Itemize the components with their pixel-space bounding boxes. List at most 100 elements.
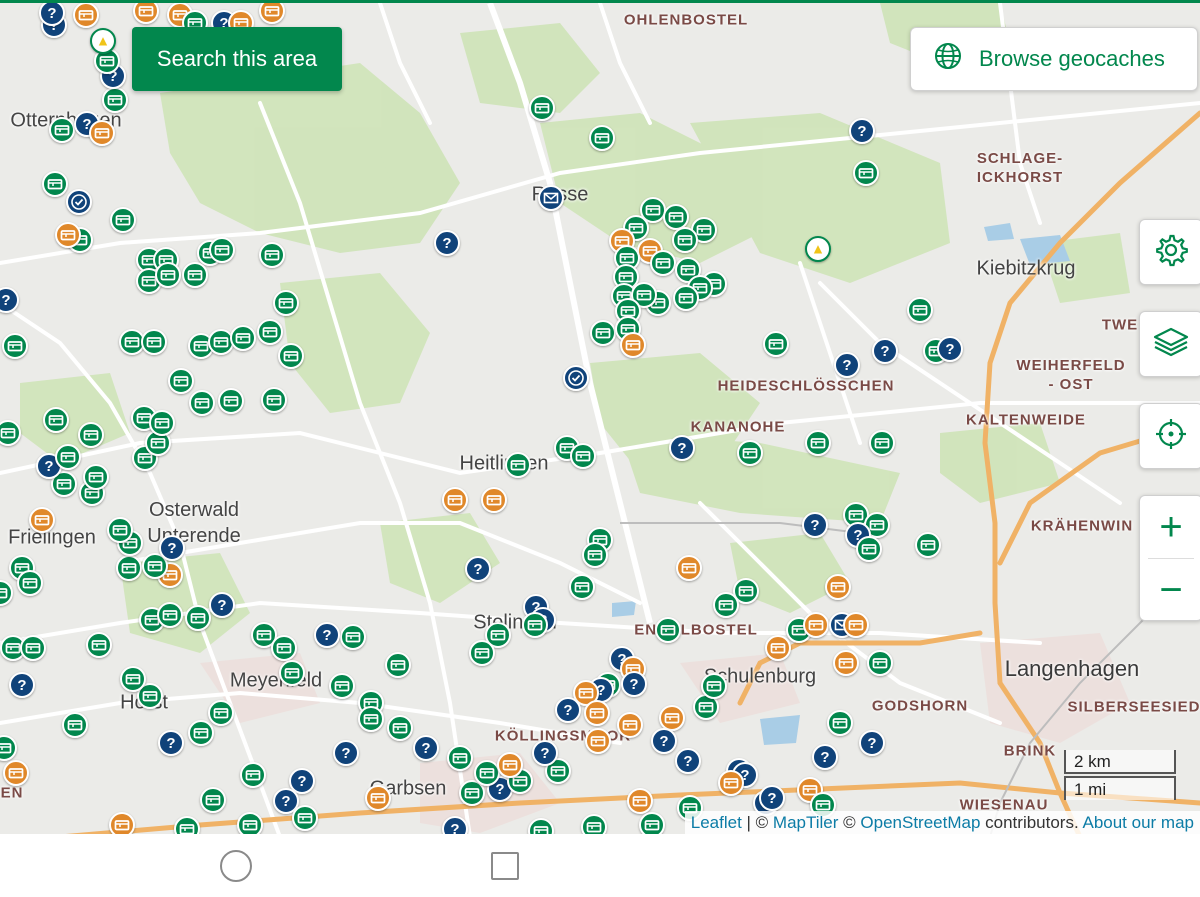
traditional-cache-icon[interactable] [358, 706, 384, 732]
mystery-cache-icon[interactable]: ? [849, 118, 875, 144]
traditional-cache-icon[interactable] [853, 160, 879, 186]
traditional-cache-icon[interactable] [86, 632, 112, 658]
multi-cache-icon[interactable] [29, 507, 55, 533]
mystery-cache-icon[interactable]: ? [39, 3, 65, 26]
multi-cache-icon[interactable] [718, 770, 744, 796]
traditional-cache-icon[interactable] [867, 650, 893, 676]
about-our-map-link[interactable]: About our map [1082, 813, 1194, 832]
mystery-cache-icon[interactable]: ? [9, 672, 35, 698]
multi-cache-icon[interactable] [497, 752, 523, 778]
letterbox-cache-icon[interactable] [538, 185, 564, 211]
multi-cache-icon[interactable] [73, 3, 99, 28]
traditional-cache-icon[interactable] [42, 171, 68, 197]
traditional-cache-icon[interactable] [78, 422, 104, 448]
mystery-cache-icon[interactable]: ? [651, 728, 677, 754]
traditional-cache-icon[interactable] [713, 592, 739, 618]
event-cache-icon[interactable] [66, 189, 92, 215]
traditional-cache-icon[interactable] [102, 87, 128, 113]
traditional-cache-icon[interactable] [185, 605, 211, 631]
traditional-cache-icon[interactable] [107, 517, 133, 543]
traditional-cache-icon[interactable] [257, 319, 283, 345]
multi-cache-icon[interactable] [365, 785, 391, 811]
traditional-cache-icon[interactable] [141, 329, 167, 355]
mystery-cache-icon[interactable]: ? [669, 435, 695, 461]
traditional-cache-icon[interactable] [237, 812, 263, 834]
traditional-cache-icon[interactable] [2, 333, 28, 359]
multi-cache-icon[interactable] [89, 120, 115, 146]
traditional-cache-icon[interactable] [209, 237, 235, 263]
map-view[interactable]: OHLENBOSTEL SCHLAGE- ICKHORST Otternhage… [0, 0, 1200, 834]
multi-cache-icon[interactable] [825, 574, 851, 600]
multi-cache-icon[interactable] [584, 700, 610, 726]
multi-cache-icon[interactable] [55, 222, 81, 248]
zoom-in-button[interactable]: + [1140, 496, 1200, 558]
mystery-cache-icon[interactable]: ? [465, 556, 491, 582]
mystery-cache-icon[interactable]: ? [812, 744, 838, 770]
traditional-cache-icon[interactable] [240, 762, 266, 788]
traditional-cache-icon[interactable] [805, 430, 831, 456]
traditional-cache-icon[interactable] [116, 555, 142, 581]
mystery-cache-icon[interactable]: ? [834, 352, 860, 378]
mystery-cache-icon[interactable]: ? [209, 592, 235, 618]
traditional-cache-icon[interactable] [590, 320, 616, 346]
traditional-cache-icon[interactable] [292, 805, 318, 831]
traditional-cache-icon[interactable] [200, 787, 226, 813]
mystery-cache-icon[interactable]: ? [621, 671, 647, 697]
traditional-cache-icon[interactable] [570, 443, 596, 469]
traditional-cache-icon[interactable] [582, 542, 608, 568]
traditional-cache-icon[interactable] [261, 387, 287, 413]
traditional-cache-icon[interactable] [189, 390, 215, 416]
traditional-cache-icon[interactable] [856, 536, 882, 562]
traditional-cache-icon[interactable] [569, 574, 595, 600]
traditional-cache-icon[interactable] [278, 343, 304, 369]
traditional-cache-icon[interactable] [529, 95, 555, 121]
multi-cache-icon[interactable] [620, 332, 646, 358]
webcam-cache-icon[interactable] [805, 236, 831, 262]
traditional-cache-icon[interactable] [469, 640, 495, 666]
traditional-cache-icon[interactable] [639, 812, 665, 834]
traditional-cache-icon[interactable] [279, 660, 305, 686]
traditional-cache-icon[interactable] [650, 250, 676, 276]
traditional-cache-icon[interactable] [737, 440, 763, 466]
multi-cache-icon[interactable] [442, 487, 468, 513]
traditional-cache-icon[interactable] [17, 570, 43, 596]
mystery-cache-icon[interactable]: ? [802, 512, 828, 538]
browse-geocaches-button[interactable]: Browse geocaches [910, 27, 1198, 91]
event-cache-icon[interactable] [563, 365, 589, 391]
traditional-cache-icon[interactable] [655, 617, 681, 643]
mystery-cache-icon[interactable]: ? [413, 735, 439, 761]
traditional-cache-icon[interactable] [271, 635, 297, 661]
openstreetmap-link[interactable]: OpenStreetMap [860, 813, 980, 832]
multi-cache-icon[interactable] [833, 650, 859, 676]
multi-cache-icon[interactable] [3, 760, 29, 786]
traditional-cache-icon[interactable] [340, 624, 366, 650]
traditional-cache-icon[interactable] [581, 814, 607, 834]
traditional-cache-icon[interactable] [62, 712, 88, 738]
traditional-cache-icon[interactable] [522, 612, 548, 638]
traditional-cache-icon[interactable] [869, 430, 895, 456]
mystery-cache-icon[interactable]: ? [158, 730, 184, 756]
multi-cache-icon[interactable] [585, 728, 611, 754]
traditional-cache-icon[interactable] [505, 452, 531, 478]
traditional-cache-icon[interactable] [168, 368, 194, 394]
multi-cache-icon[interactable] [803, 612, 829, 638]
traditional-cache-icon[interactable] [188, 720, 214, 746]
layers-button[interactable] [1139, 311, 1200, 377]
search-this-area-button[interactable]: Search this area [132, 27, 342, 91]
multi-cache-icon[interactable] [676, 555, 702, 581]
mystery-cache-icon[interactable]: ? [434, 230, 460, 256]
traditional-cache-icon[interactable] [387, 715, 413, 741]
traditional-cache-icon[interactable] [110, 207, 136, 233]
traditional-cache-icon[interactable] [385, 652, 411, 678]
multi-cache-icon[interactable] [481, 487, 507, 513]
multi-cache-icon[interactable] [627, 788, 653, 814]
traditional-cache-icon[interactable] [672, 227, 698, 253]
multi-cache-icon[interactable] [617, 712, 643, 738]
maptiler-link[interactable]: MapTiler [773, 813, 839, 832]
home-button[interactable] [220, 850, 252, 882]
webcam-cache-icon[interactable] [90, 28, 116, 54]
traditional-cache-icon[interactable] [259, 242, 285, 268]
mystery-cache-icon[interactable]: ? [314, 622, 340, 648]
traditional-cache-icon[interactable] [218, 388, 244, 414]
traditional-cache-icon[interactable] [120, 666, 146, 692]
